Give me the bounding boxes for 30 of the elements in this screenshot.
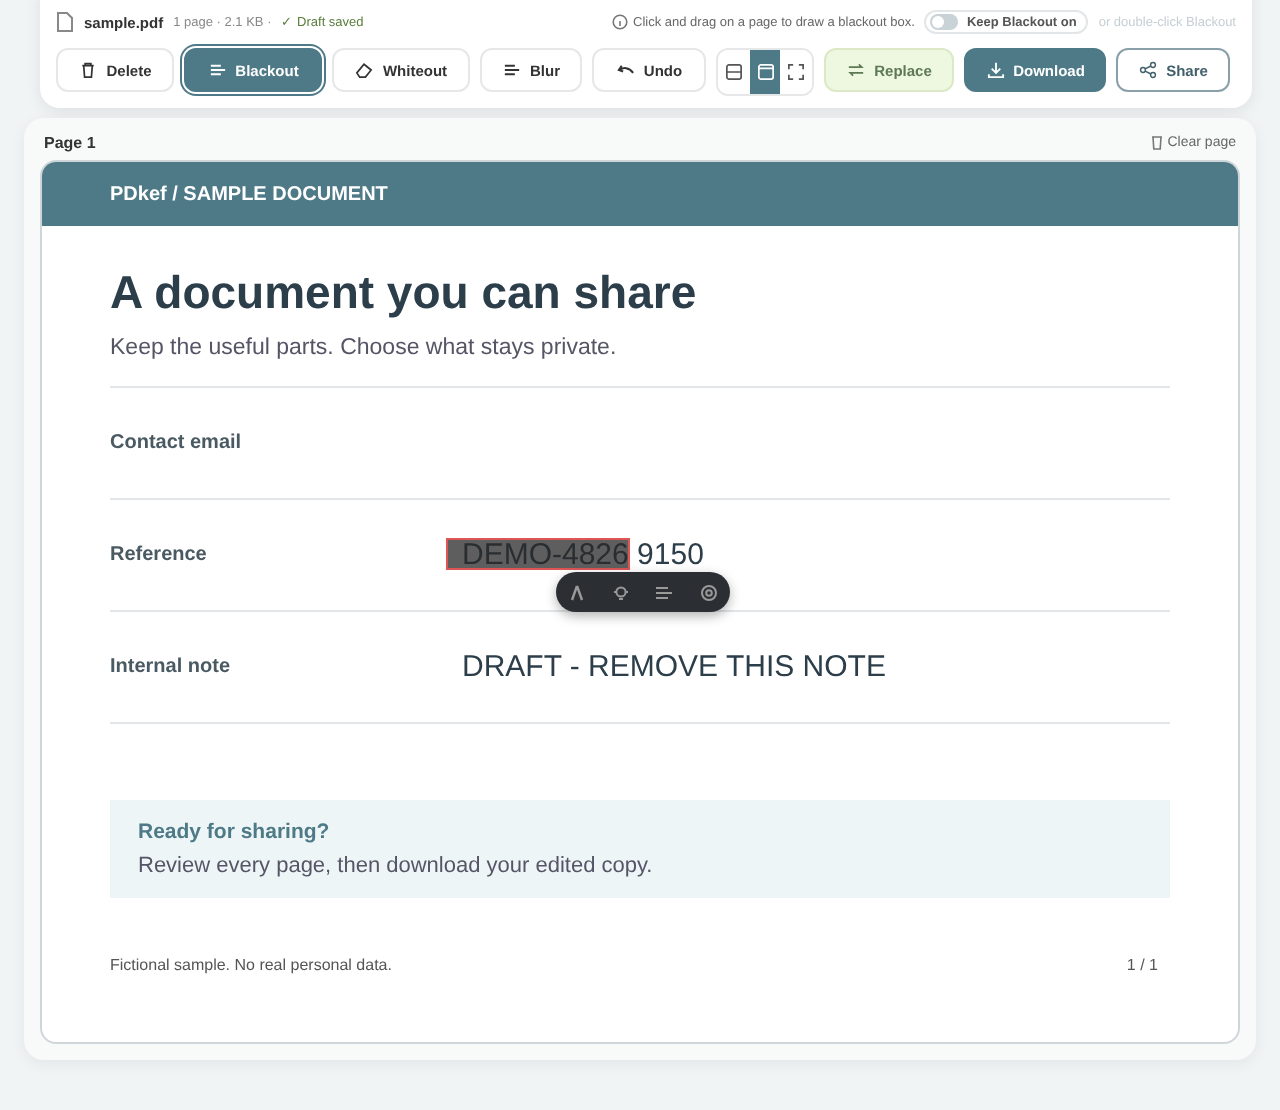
lines-icon [207,60,228,80]
view-mode-button[interactable] [749,50,781,94]
field-value: 9150 [637,538,704,572]
document-header: PDkef / SAMPLE DOCUMENT [110,183,388,205]
file-icon [56,12,74,32]
eraser-icon [354,60,375,80]
gear-icon[interactable] [699,583,718,601]
field-label: Internal note [110,656,233,678]
split-layout-icon [723,62,744,82]
blur-icon[interactable] [654,583,675,601]
page-layout-icon [755,62,775,82]
trash-icon [1149,134,1164,150]
info-icon [611,14,628,30]
callout-text: Review every page, then download your edited copy. [138,854,655,878]
field-label: Contact email [110,432,244,454]
swap-icon [846,60,867,80]
bulb-icon[interactable] [611,583,630,601]
footer-note: Fictional sample. No real personal data. [110,956,392,974]
document-subtitle: Keep the useful parts. Choose what stays private. [110,336,617,360]
document-title: A document you can share [110,266,699,320]
trash-icon [78,60,99,80]
callout-title: Ready for sharing? [138,820,332,844]
field-value: DRAFT - REMOVE THIS NOTE [462,650,886,684]
download-icon [985,60,1006,80]
expand-icon [786,62,807,82]
lines-icon [502,60,522,80]
page-label: Page 1 [44,133,96,151]
page-count: 1 / 1 [1126,956,1158,974]
field-label: Reference [110,544,209,566]
share-icon [1138,60,1159,80]
